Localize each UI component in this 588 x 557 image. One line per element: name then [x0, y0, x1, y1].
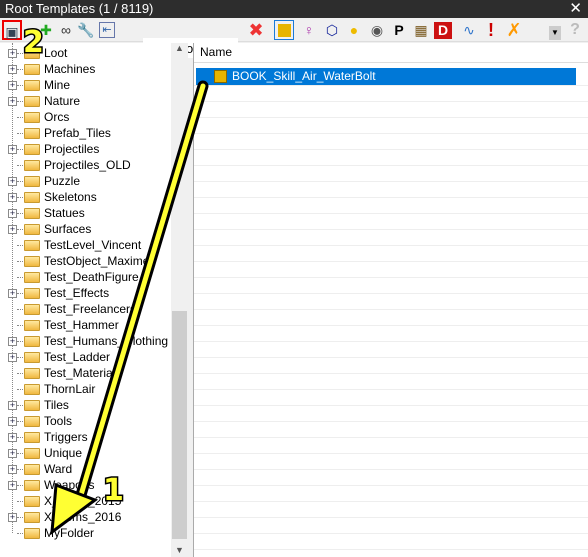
step-1-label: 1 — [103, 473, 124, 508]
annotation-overlay: 1 2 — [22, 24, 209, 536]
step-2-label: 2 — [23, 25, 44, 60]
arrow-to-myfolder — [50, 80, 209, 536]
